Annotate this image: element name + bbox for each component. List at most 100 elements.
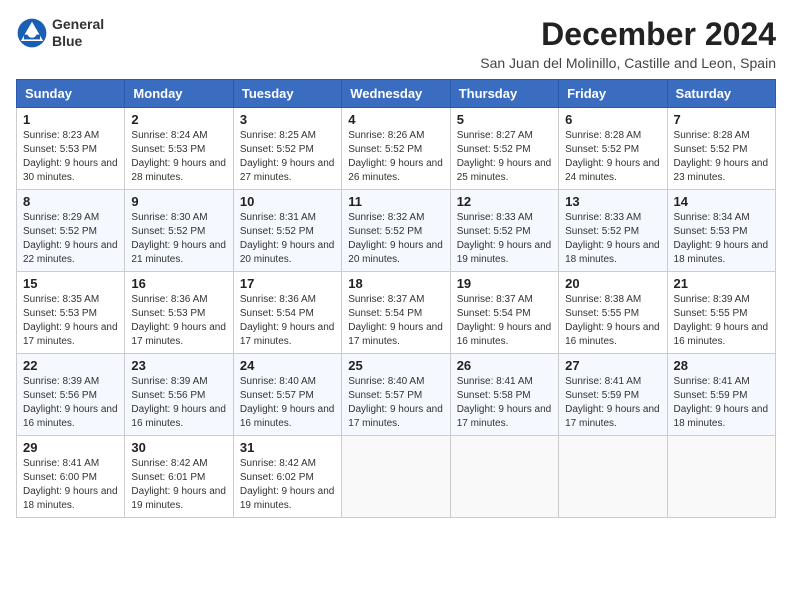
daylight-label: Daylight: 9 hours and 16 minutes. [565, 322, 660, 347]
sunrise-label: Sunrise: 8:41 AM [23, 458, 99, 469]
logo: General Blue [16, 16, 104, 50]
sunrise-label: Sunrise: 8:42 AM [240, 458, 316, 469]
day-cell: 25 Sunrise: 8:40 AM Sunset: 5:57 PM Dayl… [342, 354, 450, 436]
sunset-label: Sunset: 5:52 PM [348, 226, 422, 237]
week-row-5: 29 Sunrise: 8:41 AM Sunset: 6:00 PM Dayl… [17, 436, 776, 518]
cell-content: Sunrise: 8:33 AM Sunset: 5:52 PM Dayligh… [565, 211, 660, 267]
calendar-container: General Blue December 2024 San Juan del … [16, 16, 776, 518]
week-row-3: 15 Sunrise: 8:35 AM Sunset: 5:53 PM Dayl… [17, 272, 776, 354]
day-number: 30 [131, 440, 226, 455]
week-row-4: 22 Sunrise: 8:39 AM Sunset: 5:56 PM Dayl… [17, 354, 776, 436]
daylight-label: Daylight: 9 hours and 27 minutes. [240, 158, 335, 183]
daylight-label: Daylight: 9 hours and 22 minutes. [23, 240, 118, 265]
week-row-2: 8 Sunrise: 8:29 AM Sunset: 5:52 PM Dayli… [17, 190, 776, 272]
sunset-label: Sunset: 5:58 PM [457, 390, 531, 401]
day-cell: 3 Sunrise: 8:25 AM Sunset: 5:52 PM Dayli… [233, 108, 341, 190]
cell-content: Sunrise: 8:28 AM Sunset: 5:52 PM Dayligh… [565, 129, 660, 185]
cell-content: Sunrise: 8:29 AM Sunset: 5:52 PM Dayligh… [23, 211, 118, 267]
day-number: 24 [240, 358, 335, 373]
title-block: December 2024 San Juan del Molinillo, Ca… [480, 16, 776, 71]
day-number: 2 [131, 112, 226, 127]
sunset-label: Sunset: 5:54 PM [240, 308, 314, 319]
cell-content: Sunrise: 8:30 AM Sunset: 5:52 PM Dayligh… [131, 211, 226, 267]
day-number: 13 [565, 194, 660, 209]
cell-content: Sunrise: 8:42 AM Sunset: 6:01 PM Dayligh… [131, 457, 226, 513]
daylight-label: Daylight: 9 hours and 17 minutes. [23, 322, 118, 347]
day-number: 23 [131, 358, 226, 373]
sunrise-label: Sunrise: 8:30 AM [131, 212, 207, 223]
day-cell: 2 Sunrise: 8:24 AM Sunset: 5:53 PM Dayli… [125, 108, 233, 190]
daylight-label: Daylight: 9 hours and 16 minutes. [131, 404, 226, 429]
sunrise-label: Sunrise: 8:27 AM [457, 130, 533, 141]
sunrise-label: Sunrise: 8:35 AM [23, 294, 99, 305]
day-cell: 23 Sunrise: 8:39 AM Sunset: 5:56 PM Dayl… [125, 354, 233, 436]
sunrise-label: Sunrise: 8:25 AM [240, 130, 316, 141]
day-number: 6 [565, 112, 660, 127]
sunrise-label: Sunrise: 8:37 AM [457, 294, 533, 305]
daylight-label: Daylight: 9 hours and 16 minutes. [23, 404, 118, 429]
daylight-label: Daylight: 9 hours and 30 minutes. [23, 158, 118, 183]
col-header-friday: Friday [559, 80, 667, 108]
sunrise-label: Sunrise: 8:42 AM [131, 458, 207, 469]
daylight-label: Daylight: 9 hours and 19 minutes. [240, 486, 335, 511]
sunrise-label: Sunrise: 8:36 AM [240, 294, 316, 305]
cell-content: Sunrise: 8:33 AM Sunset: 5:52 PM Dayligh… [457, 211, 552, 267]
sunset-label: Sunset: 5:53 PM [674, 226, 748, 237]
day-cell: 9 Sunrise: 8:30 AM Sunset: 5:52 PM Dayli… [125, 190, 233, 272]
daylight-label: Daylight: 9 hours and 28 minutes. [131, 158, 226, 183]
daylight-label: Daylight: 9 hours and 19 minutes. [131, 486, 226, 511]
cell-content: Sunrise: 8:36 AM Sunset: 5:53 PM Dayligh… [131, 293, 226, 349]
cell-content: Sunrise: 8:42 AM Sunset: 6:02 PM Dayligh… [240, 457, 335, 513]
sunset-label: Sunset: 5:52 PM [131, 226, 205, 237]
sunset-label: Sunset: 5:52 PM [348, 144, 422, 155]
daylight-label: Daylight: 9 hours and 17 minutes. [131, 322, 226, 347]
col-header-thursday: Thursday [450, 80, 558, 108]
cell-content: Sunrise: 8:41 AM Sunset: 6:00 PM Dayligh… [23, 457, 118, 513]
cell-content: Sunrise: 8:41 AM Sunset: 5:59 PM Dayligh… [674, 375, 769, 431]
sunset-label: Sunset: 5:57 PM [240, 390, 314, 401]
day-number: 16 [131, 276, 226, 291]
daylight-label: Daylight: 9 hours and 16 minutes. [457, 322, 552, 347]
sunrise-label: Sunrise: 8:28 AM [565, 130, 641, 141]
sunset-label: Sunset: 5:55 PM [565, 308, 639, 319]
sunset-label: Sunset: 6:01 PM [131, 472, 205, 483]
daylight-label: Daylight: 9 hours and 20 minutes. [348, 240, 443, 265]
sunrise-label: Sunrise: 8:41 AM [457, 376, 533, 387]
sunrise-label: Sunrise: 8:24 AM [131, 130, 207, 141]
daylight-label: Daylight: 9 hours and 19 minutes. [457, 240, 552, 265]
daylight-label: Daylight: 9 hours and 17 minutes. [457, 404, 552, 429]
sunrise-label: Sunrise: 8:41 AM [565, 376, 641, 387]
logo-icon [16, 17, 48, 49]
week-row-1: 1 Sunrise: 8:23 AM Sunset: 5:53 PM Dayli… [17, 108, 776, 190]
day-number: 8 [23, 194, 118, 209]
day-cell: 29 Sunrise: 8:41 AM Sunset: 6:00 PM Dayl… [17, 436, 125, 518]
cell-content: Sunrise: 8:32 AM Sunset: 5:52 PM Dayligh… [348, 211, 443, 267]
day-cell: 15 Sunrise: 8:35 AM Sunset: 5:53 PM Dayl… [17, 272, 125, 354]
day-number: 5 [457, 112, 552, 127]
col-header-tuesday: Tuesday [233, 80, 341, 108]
daylight-label: Daylight: 9 hours and 26 minutes. [348, 158, 443, 183]
logo-text: General Blue [52, 16, 104, 50]
sunset-label: Sunset: 5:52 PM [457, 144, 531, 155]
sunset-label: Sunset: 5:52 PM [240, 226, 314, 237]
daylight-label: Daylight: 9 hours and 18 minutes. [23, 486, 118, 511]
sunrise-label: Sunrise: 8:39 AM [674, 294, 750, 305]
day-cell: 11 Sunrise: 8:32 AM Sunset: 5:52 PM Dayl… [342, 190, 450, 272]
daylight-label: Daylight: 9 hours and 16 minutes. [674, 322, 769, 347]
sunrise-label: Sunrise: 8:39 AM [131, 376, 207, 387]
sunset-label: Sunset: 5:54 PM [348, 308, 422, 319]
sunset-label: Sunset: 5:52 PM [240, 144, 314, 155]
day-cell [450, 436, 558, 518]
cell-content: Sunrise: 8:23 AM Sunset: 5:53 PM Dayligh… [23, 129, 118, 185]
day-number: 4 [348, 112, 443, 127]
sunrise-label: Sunrise: 8:28 AM [674, 130, 750, 141]
daylight-label: Daylight: 9 hours and 21 minutes. [131, 240, 226, 265]
sunset-label: Sunset: 5:54 PM [457, 308, 531, 319]
day-cell: 1 Sunrise: 8:23 AM Sunset: 5:53 PM Dayli… [17, 108, 125, 190]
day-number: 12 [457, 194, 552, 209]
daylight-label: Daylight: 9 hours and 18 minutes. [674, 240, 769, 265]
day-number: 27 [565, 358, 660, 373]
daylight-label: Daylight: 9 hours and 17 minutes. [348, 322, 443, 347]
day-cell: 28 Sunrise: 8:41 AM Sunset: 5:59 PM Dayl… [667, 354, 775, 436]
day-cell [342, 436, 450, 518]
